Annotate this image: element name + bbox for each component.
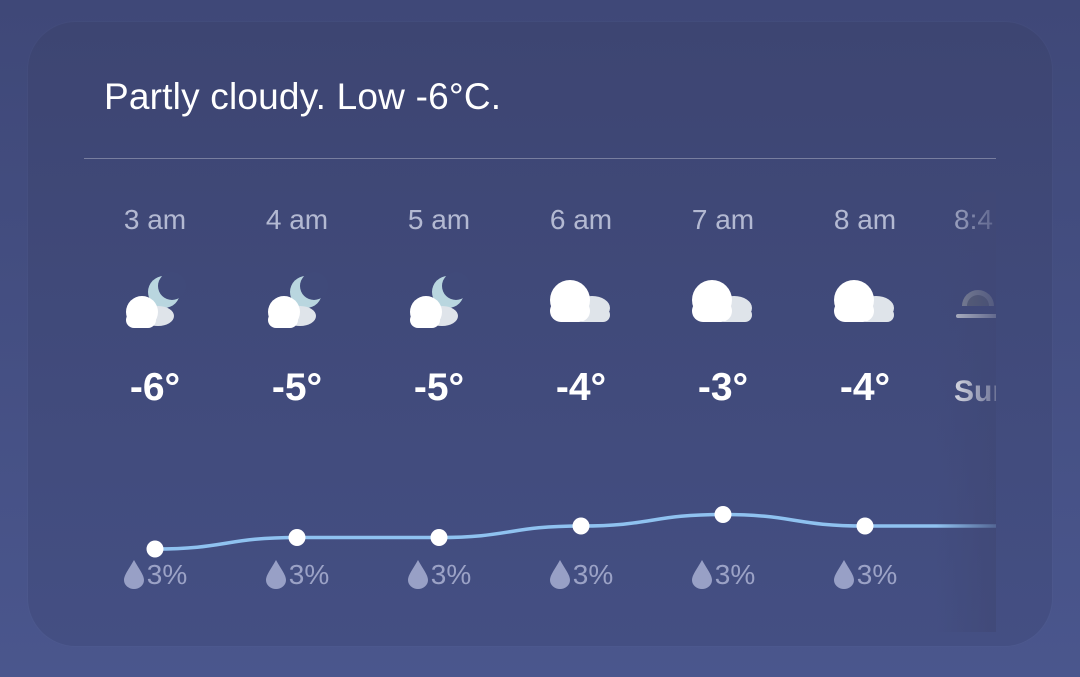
hourly-strip[interactable]: 3 am -6° 3% 4 am -5° 3% 5 am -5° 3% 6 am… xyxy=(84,192,996,632)
hour-temperature: -6° xyxy=(129,366,181,409)
partly-cloudy-night-icon xyxy=(268,272,328,328)
precipitation-chance: 3% xyxy=(368,559,510,591)
precipitation-value: 3% xyxy=(146,559,188,590)
hour-temperature: -4° xyxy=(555,366,607,409)
precipitation-value: 3% xyxy=(288,559,330,590)
forecast-summary: Partly cloudy. Low -6°C. xyxy=(104,76,502,117)
raindrop-icon xyxy=(123,560,144,589)
precipitation-value: 3% xyxy=(714,559,756,590)
partly-cloudy-night-icon xyxy=(126,272,186,328)
hourly-forecast-card: Partly cloudy. Low -6°C. 3 am -6° 3% 4 a… xyxy=(28,22,1052,646)
hour-temperature: -4° xyxy=(839,366,891,409)
raindrop-icon xyxy=(265,560,286,589)
sunrise-label: Sur xyxy=(954,375,996,408)
hour-column: 8 am -4° 3% xyxy=(794,192,936,632)
hour-time: 7 am xyxy=(691,204,755,235)
precipitation-chance: 3% xyxy=(510,559,652,591)
raindrop-icon xyxy=(691,560,712,589)
precipitation-chance: 3% xyxy=(652,559,794,591)
cloudy-icon xyxy=(834,280,894,322)
precipitation-chance: 3% xyxy=(794,559,936,591)
cloudy-icon xyxy=(550,280,610,322)
hour-temperature: -5° xyxy=(413,366,465,409)
cloudy-icon xyxy=(692,280,752,322)
precipitation-value: 3% xyxy=(430,559,472,590)
hour-time: 6 am xyxy=(549,204,613,235)
hour-temperature: -5° xyxy=(271,366,323,409)
partly-cloudy-night-icon xyxy=(410,272,470,328)
hour-time: 3 am xyxy=(123,204,187,235)
precipitation-value: 3% xyxy=(856,559,898,590)
hour-column: 7 am -3° 3% xyxy=(652,192,794,632)
hour-column: 5 am -5° 3% xyxy=(368,192,510,632)
sunrise-column: 8:4 Sur xyxy=(936,192,996,632)
hour-column: 4 am -5° 3% xyxy=(226,192,368,632)
hour-time: 8 am xyxy=(833,204,897,235)
raindrop-icon xyxy=(407,560,428,589)
raindrop-icon xyxy=(549,560,570,589)
divider xyxy=(84,158,996,159)
raindrop-icon xyxy=(833,560,854,589)
precipitation-value: 3% xyxy=(572,559,614,590)
hour-column: 6 am -4° 3% xyxy=(510,192,652,632)
hour-temperature: -3° xyxy=(697,366,749,409)
sunrise-icon xyxy=(956,290,996,318)
sunrise-time: 8:4 xyxy=(954,204,993,235)
hour-time: 5 am xyxy=(407,204,471,235)
hour-time: 4 am xyxy=(265,204,329,235)
precipitation-chance: 3% xyxy=(84,559,226,591)
hour-column: 3 am -6° 3% xyxy=(84,192,226,632)
precipitation-chance: 3% xyxy=(226,559,368,591)
